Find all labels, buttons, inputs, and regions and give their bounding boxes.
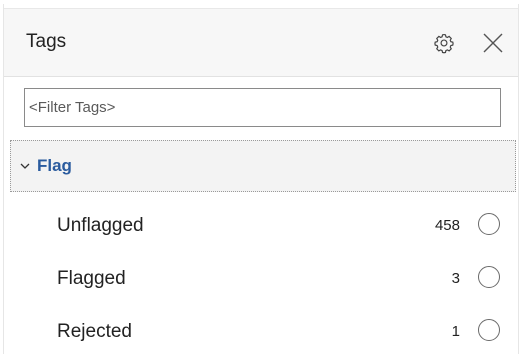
settings-button[interactable] — [430, 29, 458, 57]
panel-header: Tags — [4, 9, 518, 77]
panel-title: Tags — [26, 31, 67, 52]
group-label: Flag — [37, 156, 72, 175]
close-button[interactable] — [479, 29, 507, 57]
tags-panel: Tags Flag Unflagged 458 — [3, 4, 519, 354]
tag-count: 458 — [434, 217, 460, 234]
tag-row-unflagged[interactable]: Unflagged 458 — [4, 200, 518, 253]
tag-row-flagged[interactable]: Flagged 3 — [4, 253, 518, 306]
tag-radio[interactable] — [478, 319, 500, 341]
gear-icon — [434, 33, 454, 54]
tag-row-rejected[interactable]: Rejected 1 — [4, 306, 518, 359]
close-icon — [483, 33, 503, 53]
tag-label: Unflagged — [57, 215, 144, 236]
tag-radio[interactable] — [478, 266, 500, 288]
tag-label: Flagged — [57, 268, 126, 289]
tag-radio[interactable] — [478, 213, 500, 235]
tag-label: Rejected — [57, 321, 132, 342]
group-header-flag[interactable]: Flag — [10, 140, 516, 192]
chevron-down-icon — [19, 160, 31, 172]
filter-tags-input[interactable] — [25, 89, 500, 126]
filter-field[interactable] — [24, 88, 501, 127]
tag-count: 3 — [451, 270, 460, 287]
tag-count: 1 — [451, 323, 460, 340]
tag-list: Unflagged 458 Flagged 3 Rejected 1 — [4, 200, 518, 359]
